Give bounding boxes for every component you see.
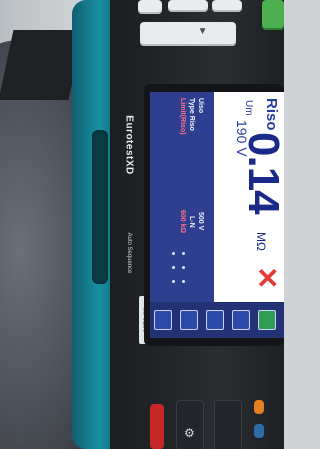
orange-indicator <box>254 400 264 414</box>
settings-key[interactable] <box>176 400 204 449</box>
reading-unit: MΩ <box>254 232 268 251</box>
red-key[interactable] <box>150 404 164 449</box>
top-key-right[interactable] <box>212 0 242 12</box>
um-label: Um <box>243 100 254 116</box>
main-reading: 0.14 <box>239 132 284 214</box>
brand-label: EurotestXD <box>123 115 135 175</box>
back-icon[interactable] <box>154 310 172 330</box>
gear-icon: ⚙ <box>184 426 195 440</box>
blue-indicator <box>254 424 264 438</box>
param-value: L-N <box>188 216 195 228</box>
cursor-down-key[interactable]: ▼ <box>140 22 236 46</box>
autosequence-logo: Auto Sequence <box>126 232 132 274</box>
terminal-connection-icon <box>170 248 192 292</box>
param-value: 500 V <box>197 212 204 231</box>
chevron-down-icon: ▼ <box>197 26 208 37</box>
lcd-screen: Riso Um 190 V 0.14 MΩ ✕ Uiso Type Riso L… <box>150 92 284 338</box>
top-key-mid[interactable] <box>168 0 208 12</box>
fail-icon: ✕ <box>256 263 280 294</box>
start-icon[interactable] <box>258 310 276 330</box>
param-label: Uiso <box>197 98 204 114</box>
param-value: 600 kΩ <box>179 210 186 234</box>
save-icon[interactable] <box>232 310 250 330</box>
bumper-slot <box>92 130 108 284</box>
notes-icon[interactable] <box>180 310 198 330</box>
param-label: Limit(Riso) <box>179 98 186 135</box>
mode-title: Riso <box>263 98 280 131</box>
function-key[interactable] <box>214 400 242 449</box>
green-function-key[interactable] <box>262 0 284 30</box>
photo-scene: ▼ EurotestXD Auto Sequence MI 3155 Riso … <box>0 0 284 449</box>
list-icon[interactable] <box>206 310 224 330</box>
param-label: Type Riso <box>188 98 195 131</box>
top-key-left[interactable] <box>138 0 162 14</box>
